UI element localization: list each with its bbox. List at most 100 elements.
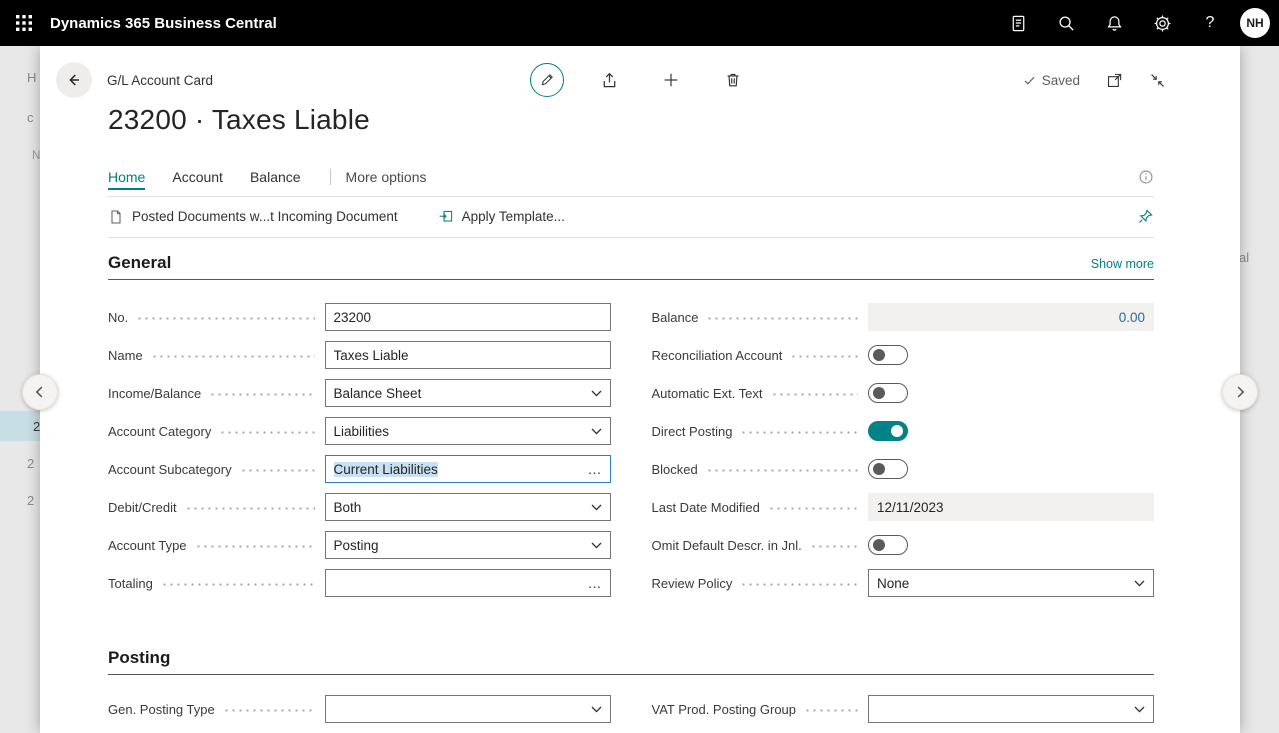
dotted-leader: [184, 506, 315, 510]
field-label: Automatic Ext. Text: [651, 385, 763, 401]
settings-button[interactable]: [1138, 0, 1186, 46]
app-title: Dynamics 365 Business Central: [50, 14, 277, 32]
field-control: Posting: [324, 531, 611, 559]
new-button[interactable]: [640, 71, 702, 89]
show-more-button[interactable]: Show more: [1091, 257, 1154, 271]
apply-template-icon: [438, 209, 454, 225]
action-label: Apply Template...: [461, 209, 565, 224]
field-label: VAT Prod. Posting Group: [651, 701, 797, 717]
field-direct-posting: Direct Posting: [652, 412, 1155, 450]
report-button[interactable]: [994, 0, 1042, 46]
tab-account[interactable]: Account: [172, 158, 223, 196]
chevron-down-icon: [591, 542, 602, 549]
assist-edit-button[interactable]: …: [588, 462, 602, 476]
app-launcher-button[interactable]: [0, 0, 48, 46]
field-totaling: Totaling …: [108, 564, 611, 602]
background-fragment: 2: [27, 493, 35, 508]
toggle-knob: [873, 349, 885, 361]
field-label: Omit Default Descr. in Jnl.: [651, 537, 802, 553]
field-label: Last Date Modified: [651, 499, 760, 515]
select-review-policy[interactable]: None: [868, 569, 1154, 597]
pencil-icon: [539, 72, 555, 88]
toggle-blocked[interactable]: [868, 459, 908, 479]
select-gen-posting-type[interactable]: [324, 695, 611, 723]
search-button[interactable]: [1042, 0, 1090, 46]
posting-left-column: Gen. Posting Type: [108, 690, 611, 728]
user-avatar[interactable]: NH: [1240, 8, 1270, 38]
back-button[interactable]: [56, 62, 92, 98]
field-blocked: Blocked: [652, 450, 1155, 488]
assist-edit-button[interactable]: …: [588, 576, 602, 590]
action-apply-template[interactable]: Apply Template...: [438, 209, 565, 225]
input-name[interactable]: Taxes Liable: [324, 341, 611, 369]
field-label: Account Type: [108, 537, 187, 553]
edit-ring: [530, 63, 564, 97]
toggle-direct-posting[interactable]: [868, 421, 908, 441]
select-income-balance[interactable]: Balance Sheet: [324, 379, 611, 407]
select-value: Balance Sheet: [333, 385, 422, 401]
tab-home[interactable]: Home: [108, 158, 146, 196]
toggle-reconciliation-account[interactable]: [868, 345, 908, 365]
open-in-new-window-icon: [1106, 72, 1123, 89]
field-control: [868, 383, 1154, 403]
field-control: [324, 695, 611, 723]
select-account-type[interactable]: Posting: [324, 531, 611, 559]
tab-balance[interactable]: Balance: [250, 158, 301, 196]
action-posted-documents-w-t-incoming-document[interactable]: Posted Documents w...t Incoming Document: [108, 209, 398, 225]
field-label: Totaling: [108, 575, 153, 591]
gl-account-card: G/L Account Card Saved 23200 · Taxes Lia…: [40, 46, 1240, 733]
readonly-balance[interactable]: 0.00: [868, 303, 1154, 331]
background-fragment: 2: [0, 411, 40, 441]
field-control: 0.00: [868, 303, 1154, 331]
input-account-subcategory[interactable]: Current Liabilities…: [324, 455, 611, 483]
field-reconciliation-account: Reconciliation Account: [652, 336, 1155, 374]
open-in-new-window-button[interactable]: [1106, 72, 1123, 89]
select-value: Liabilities: [333, 423, 390, 439]
page-title: 23200 · Taxes Liable: [108, 104, 370, 135]
help-button[interactable]: ?: [1186, 0, 1234, 46]
field-control: Balance Sheet: [324, 379, 611, 407]
field-control: 12/11/2023: [868, 493, 1154, 521]
pin-icon: [1137, 208, 1154, 225]
select-account-category[interactable]: Liabilities: [324, 417, 611, 445]
field-no: No. 23200: [108, 298, 611, 336]
select-vat-prod-posting-group[interactable]: [868, 695, 1154, 723]
chevron-down-icon: [591, 706, 602, 713]
input-no[interactable]: 23200: [324, 303, 611, 331]
previous-record-button[interactable]: [22, 374, 58, 410]
action-list: Posted Documents w...t Incoming Document…: [108, 209, 605, 225]
input-totaling[interactable]: …: [324, 569, 611, 597]
info-button[interactable]: [1138, 169, 1154, 185]
share-button[interactable]: [578, 71, 640, 90]
select-value: Both: [333, 499, 362, 515]
edit-mode-button[interactable]: [516, 63, 578, 97]
dotted-leader: [767, 506, 858, 510]
background-fragment: H: [27, 70, 37, 85]
field-label: Reconciliation Account: [651, 347, 783, 363]
notifications-button[interactable]: [1090, 0, 1138, 46]
field-name: Name Taxes Liable: [108, 336, 611, 374]
tab-list: Home Account Balance: [108, 158, 328, 196]
select-value: Posting: [333, 537, 379, 553]
input-value: 23200: [333, 309, 372, 325]
page-caption: G/L Account Card: [107, 72, 214, 88]
next-record-button[interactable]: [1222, 374, 1258, 410]
toggle-automatic-ext-text[interactable]: [868, 383, 908, 403]
dotted-leader: [160, 582, 315, 586]
toggle-knob: [873, 387, 885, 399]
action-bar: Posted Documents w...t Incoming Document…: [108, 196, 1154, 238]
select-value: None: [877, 575, 910, 591]
pin-button[interactable]: [1137, 208, 1154, 225]
select-debit-credit[interactable]: Both: [324, 493, 611, 521]
delete-button[interactable]: [702, 71, 764, 89]
more-options-button[interactable]: More options: [346, 169, 427, 185]
field-income-balance: Income/Balance Balance Sheet: [108, 374, 611, 412]
dotted-leader: [209, 392, 315, 396]
tab-divider: [329, 169, 331, 185]
background-page: HcN222 al G/L Account Card Saved 23200 ·…: [0, 46, 1279, 733]
chevron-down-icon: [591, 428, 602, 435]
trash-icon: [724, 71, 742, 89]
collapse-button[interactable]: [1149, 72, 1166, 89]
toggle-omit-default-descr-in-jnl[interactable]: [868, 535, 908, 555]
field-control: Liabilities: [324, 417, 611, 445]
